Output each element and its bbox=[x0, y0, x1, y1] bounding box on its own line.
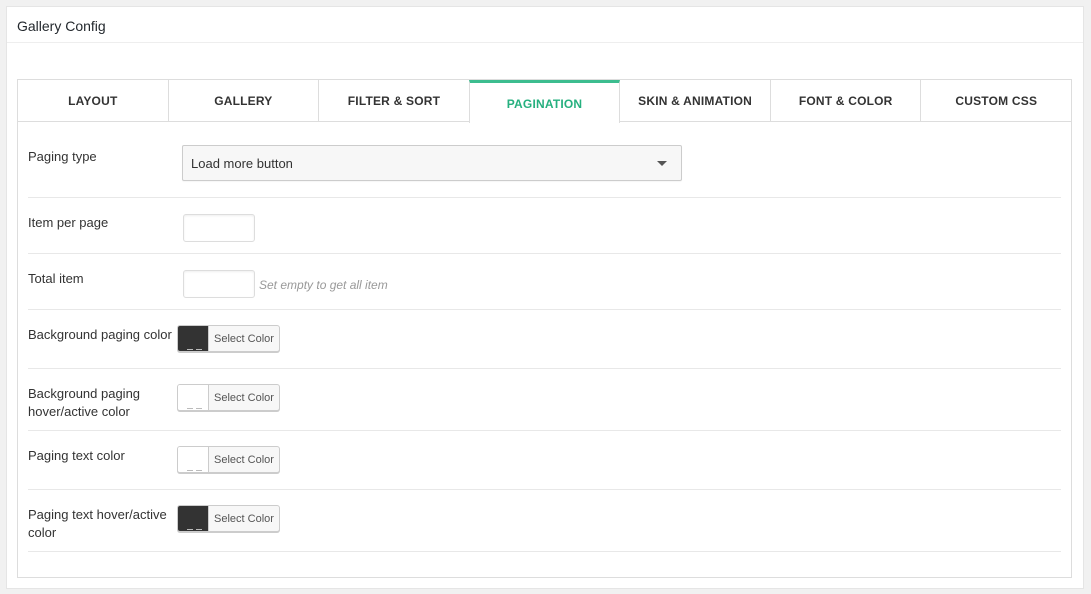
tab-filter-sort[interactable]: FILTER & SORT bbox=[319, 80, 470, 121]
panel-title: Gallery Config bbox=[7, 7, 1083, 43]
gallery-config-panel: Gallery Config LAYOUT GALLERY FILTER & S… bbox=[6, 6, 1084, 589]
paging-type-select[interactable]: Load more button bbox=[182, 145, 682, 181]
paging-text-color-label: Paging text color bbox=[28, 448, 125, 463]
tabs-container: LAYOUT GALLERY FILTER & SORT PAGINATION … bbox=[17, 79, 1072, 578]
color-swatch bbox=[178, 385, 209, 410]
paging-text-hover-color-label: Paging text hover/active color bbox=[28, 507, 167, 540]
select-color-button[interactable]: Select Color bbox=[209, 506, 279, 531]
select-color-button[interactable]: Select Color bbox=[209, 326, 279, 351]
tab-font-color[interactable]: FONT & COLOR bbox=[770, 80, 922, 121]
item-per-page-label: Item per page bbox=[28, 215, 109, 230]
tab-bar: LAYOUT GALLERY FILTER & SORT PAGINATION … bbox=[18, 80, 1072, 123]
total-item-row: Total item Set empty to get all item bbox=[28, 254, 1061, 310]
bg-paging-hover-color-label: Background paging hover/active color bbox=[28, 386, 141, 419]
paging-type-label: Paging type bbox=[28, 149, 97, 164]
paging-text-color-row: Paging text color Select Color bbox=[28, 431, 1061, 490]
bg-paging-color-picker[interactable]: Select Color bbox=[177, 325, 280, 352]
paging-type-row: Paging type Load more button bbox=[28, 122, 1061, 198]
pagination-settings: Paging type Load more button Item per pa… bbox=[18, 122, 1071, 552]
tab-skin-animation[interactable]: SKIN & ANIMATION bbox=[620, 80, 771, 121]
total-item-input[interactable] bbox=[183, 270, 255, 298]
paging-text-hover-color-row: Paging text hover/active color Select Co… bbox=[28, 490, 1061, 552]
select-color-button[interactable]: Select Color bbox=[209, 447, 279, 472]
select-color-button[interactable]: Select Color bbox=[209, 385, 279, 410]
color-swatch bbox=[178, 326, 209, 351]
paging-text-color-picker[interactable]: Select Color bbox=[177, 446, 280, 473]
color-swatch bbox=[178, 506, 209, 531]
total-item-label: Total item bbox=[28, 271, 84, 286]
bg-paging-color-label: Background paging color bbox=[28, 327, 172, 342]
total-item-hint: Set empty to get all item bbox=[259, 278, 388, 292]
item-per-page-row: Item per page bbox=[28, 198, 1061, 254]
tab-layout[interactable]: LAYOUT bbox=[18, 80, 169, 121]
paging-text-hover-color-picker[interactable]: Select Color bbox=[177, 505, 280, 532]
caret-down-icon bbox=[657, 161, 667, 166]
color-swatch bbox=[178, 447, 209, 472]
tab-custom-css[interactable]: CUSTOM CSS bbox=[921, 80, 1072, 121]
bg-paging-hover-color-picker[interactable]: Select Color bbox=[177, 384, 280, 411]
bg-paging-hover-color-row: Background paging hover/active color Sel… bbox=[28, 369, 1061, 431]
tab-gallery[interactable]: GALLERY bbox=[168, 80, 320, 121]
paging-type-value: Load more button bbox=[191, 156, 293, 171]
item-per-page-input[interactable] bbox=[183, 214, 255, 242]
tab-pagination[interactable]: PAGINATION bbox=[468, 80, 621, 123]
bg-paging-color-row: Background paging color Select Color bbox=[28, 310, 1061, 369]
